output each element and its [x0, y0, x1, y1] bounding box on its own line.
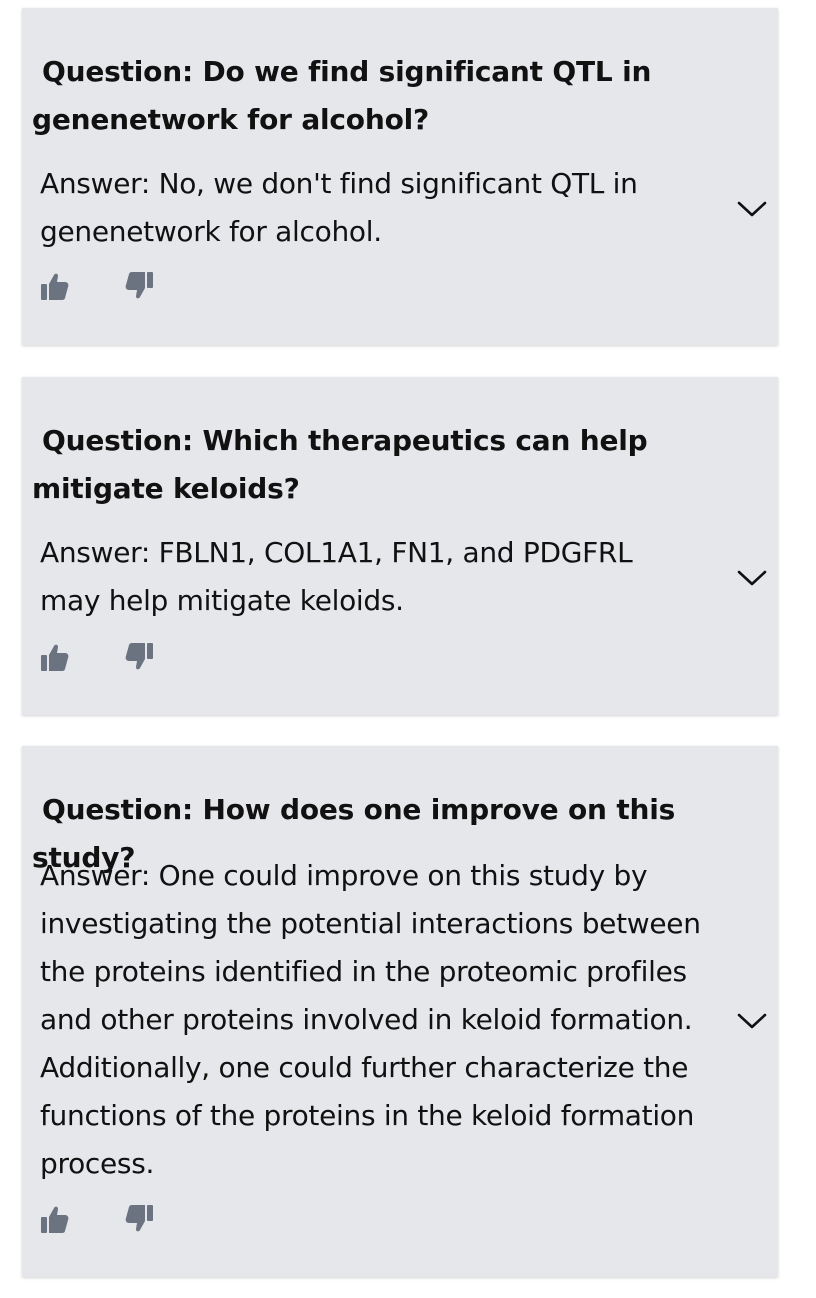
- thumbs-up-icon[interactable]: [40, 270, 70, 302]
- chevron-down-icon[interactable]: [734, 190, 770, 226]
- answer-text: Answer: No, we don't find significant QT…: [40, 167, 638, 248]
- question-text: Question: Which therapeutics can help mi…: [32, 424, 648, 505]
- feedback-buttons: [40, 1203, 180, 1237]
- chevron-down-icon[interactable]: [734, 1002, 770, 1038]
- answer-text: Answer: One could improve on this study …: [40, 859, 701, 1180]
- question-text: Question: Do we find significant QTL in …: [32, 55, 652, 136]
- feedback-buttons: [40, 641, 180, 675]
- thumbs-up-icon[interactable]: [40, 1203, 70, 1235]
- qa-card: Question: How does one improve on this s…: [22, 746, 778, 1277]
- thumbs-down-icon[interactable]: [124, 1203, 154, 1235]
- thumbs-down-icon[interactable]: [124, 270, 154, 302]
- qa-card: Question: Which therapeutics can help mi…: [22, 377, 778, 715]
- thumbs-up-icon[interactable]: [40, 641, 70, 673]
- thumbs-down-icon[interactable]: [124, 641, 154, 673]
- feedback-buttons: [40, 270, 180, 304]
- answer-text: Answer: FBLN1, COL1A1, FN1, and PDGFRL m…: [40, 536, 633, 617]
- chevron-down-icon[interactable]: [734, 559, 770, 595]
- qa-card: Question: Do we find significant QTL in …: [22, 8, 778, 345]
